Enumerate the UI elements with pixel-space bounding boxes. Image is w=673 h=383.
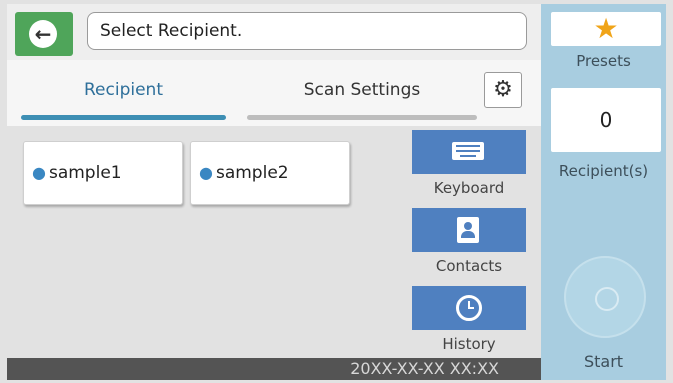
presets-button[interactable]: ★ <box>551 12 661 46</box>
back-button[interactable]: ← <box>15 12 73 56</box>
start-icon <box>595 287 619 311</box>
person-icon: ● <box>199 163 213 182</box>
datetime-text: 20XX-XX-XX XX:XX <box>350 359 499 378</box>
recipient-label: sample2 <box>215 163 289 183</box>
header-bar: ← Select Recipient. <box>7 4 541 60</box>
tab-recipient[interactable]: Recipient <box>21 60 226 126</box>
main-area: ← Select Recipient. Recipient Scan Setti… <box>7 4 541 380</box>
history-label: History <box>442 335 496 353</box>
recipient-label: sample1 <box>48 163 122 183</box>
tab-bar: Recipient Scan Settings ⚙ <box>7 60 541 126</box>
recipient-item-sample2[interactable]: ● sample2 <box>190 141 350 205</box>
keyboard-label: Keyboard <box>433 179 505 197</box>
tab-recipient-label: Recipient <box>84 80 163 100</box>
right-panel: ★ Presets 0 Recipient(s) Start <box>541 4 666 380</box>
tab-scan-settings-indicator <box>247 115 477 120</box>
recipient-title-field[interactable]: Select Recipient. <box>87 12 527 50</box>
recipient-item-sample1[interactable]: ● sample1 <box>23 141 183 205</box>
recipient-count: 0 <box>551 88 661 152</box>
gear-icon: ⚙ <box>493 77 513 102</box>
status-bar: 20XX-XX-XX XX:XX <box>7 358 541 380</box>
tab-recipient-indicator <box>21 115 226 120</box>
history-button[interactable]: History <box>412 286 526 360</box>
settings-button[interactable]: ⚙ <box>484 72 522 108</box>
history-icon <box>456 295 482 321</box>
arrow-left-icon: ← <box>29 20 57 48</box>
tab-scan-settings-label: Scan Settings <box>303 80 421 100</box>
keyboard-icon <box>452 142 484 160</box>
recipient-list-area: ● sample1 ● sample2 Keyboard Contacts Hi… <box>7 126 541 358</box>
start-label: Start <box>583 352 624 371</box>
tab-scan-settings[interactable]: Scan Settings <box>247 60 477 126</box>
start-button[interactable] <box>564 256 646 338</box>
contacts-button[interactable]: Contacts <box>412 208 526 282</box>
contacts-icon <box>457 217 479 243</box>
keyboard-button[interactable]: Keyboard <box>412 130 526 204</box>
presets-label: Presets <box>576 52 631 70</box>
star-icon: ★ <box>593 12 619 45</box>
contacts-label: Contacts <box>435 257 503 275</box>
person-icon: ● <box>32 163 46 182</box>
recipient-count-label: Recipient(s) <box>558 162 649 180</box>
